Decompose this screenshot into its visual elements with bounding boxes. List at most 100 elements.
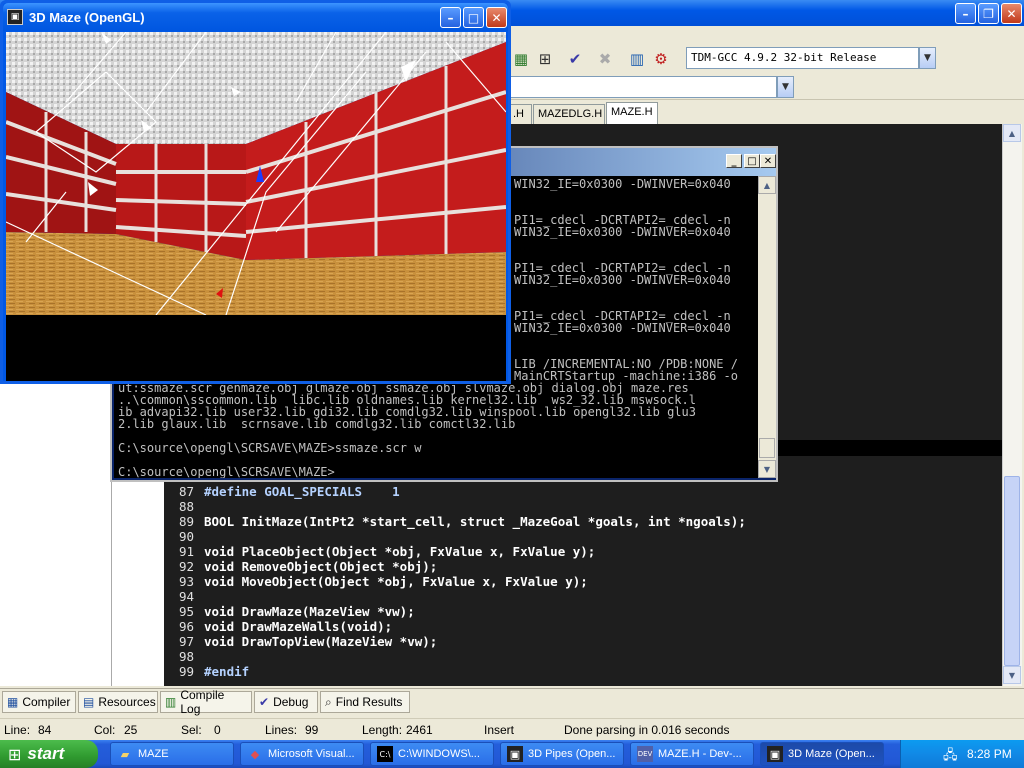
clock: 8:28 PM	[967, 747, 1012, 761]
project-panel	[112, 482, 166, 686]
console-line: 2.lib glaux.lib scrnsave.lib comdlg32.li…	[118, 417, 516, 431]
resources-icon: ▤	[83, 695, 95, 709]
code-line: 94	[178, 589, 194, 604]
tab-debug[interactable]: ✔ Debug	[254, 691, 318, 713]
chevron-down-icon[interactable]: ▼	[919, 47, 936, 69]
status-lines-label: Lines:	[265, 723, 298, 737]
chart-icon[interactable]: ▥	[626, 48, 648, 70]
status-col-value: 25	[124, 723, 138, 737]
close-button[interactable]: ✕	[760, 154, 776, 168]
visual-studio-icon: ◆	[250, 747, 260, 761]
chevron-down-icon[interactable]: ▼	[777, 76, 794, 98]
profile-icon[interactable]: ⚙	[650, 48, 672, 70]
tab-resources[interactable]: ▤ Resources	[78, 691, 158, 713]
network-icon[interactable]: 🖧	[943, 746, 958, 768]
tab-find-results[interactable]: ⌕ Find Results	[320, 691, 410, 713]
tile-icon[interactable]: ⊞	[534, 48, 556, 70]
maze-window[interactable]: ▣ 3D Maze (OpenGL) – □ ✕	[0, 0, 511, 384]
bottom-panel-tabs: ▦ Compiler ▤ Resources ▥ Compile Log ✔ Debug…	[0, 688, 1024, 716]
folder-icon: ▰	[120, 747, 130, 761]
code-line: 89 BOOL InitMaze(IntPt2 *start_cell, stru…	[178, 514, 746, 529]
grid-icon: ▦	[7, 695, 19, 709]
scroll-thumb[interactable]	[1004, 476, 1020, 666]
status-lines-value: 99	[305, 723, 319, 737]
pipes-icon: ▣	[507, 746, 523, 762]
minimize-button[interactable]: _	[726, 154, 742, 168]
code-line: 92 void RemoveObject(Object *obj);	[178, 559, 438, 574]
console-line: C:\source\opengl\SCRSAVE\MAZE>	[118, 465, 335, 478]
status-col-label: Col:	[94, 723, 116, 737]
taskbar: ⊞ start ▰ MAZE ◆ Microsoft Visual... C:\ C:…	[0, 740, 1024, 768]
compiler-select[interactable]: TDM-GCC 4.9.2 32-bit Release ▼	[686, 47, 936, 69]
compiler-select-value: TDM-GCC 4.9.2 32-bit Release	[686, 47, 919, 69]
maximize-button[interactable]: □	[463, 7, 484, 28]
task-visual-studio[interactable]: ◆ Microsoft Visual...	[240, 742, 364, 766]
status-sel-value: 0	[214, 723, 221, 737]
abort-compile-icon[interactable]: ✖	[594, 48, 616, 70]
console-scrollbar[interactable]: ▲ ▼	[758, 176, 776, 478]
tab-mazedlg-h[interactable]: MAZEDLG.H	[533, 104, 605, 124]
maze-empty-area	[6, 315, 506, 381]
task-maze-folder[interactable]: ▰ MAZE	[110, 742, 234, 766]
check-syntax-icon[interactable]: ✔	[564, 48, 586, 70]
cmd-icon: C:\	[377, 746, 393, 762]
console-line: C:\source\opengl\SCRSAVE\MAZE>ssmaze.scr…	[118, 441, 422, 455]
log-icon: ▥	[165, 695, 177, 709]
status-mode: Insert	[484, 723, 515, 737]
status-length-value: 2461	[406, 723, 433, 737]
tab-maze-h[interactable]: MAZE.H	[606, 102, 658, 124]
scroll-up-icon[interactable]: ▲	[1003, 124, 1021, 142]
code-line: 98	[178, 649, 194, 664]
code-line: 87 #define GOAL_SPECIALS 1	[178, 484, 400, 499]
maze-icon: ▣	[767, 746, 783, 762]
task-devcpp[interactable]: DEV MAZE.H - Dev-...	[630, 742, 754, 766]
editor-selection-bar	[778, 440, 1002, 456]
start-label: start	[27, 744, 65, 763]
maximize-button[interactable]: □	[744, 154, 760, 168]
maze-3d-view[interactable]	[6, 32, 506, 315]
app-icon: ▣	[7, 9, 23, 25]
close-button[interactable]: ✕	[1001, 3, 1022, 24]
system-tray: 🖧 8:28 PM	[900, 740, 1024, 768]
status-bar: Line: 84 Col: 25 Sel: 0 Lines: 99 Length…	[0, 718, 1024, 740]
code-line: 93 void MoveObject(Object *obj, FxValue x…	[178, 574, 588, 589]
status-sel-label: Sel:	[181, 723, 202, 737]
task-cmd[interactable]: C:\ C:\WINDOWS\...	[370, 742, 494, 766]
maze-scene	[6, 32, 506, 315]
windows-logo-icon: ⊞	[8, 744, 22, 764]
code-line: 90	[178, 529, 194, 544]
tab-compiler[interactable]: ▦ Compiler	[2, 691, 76, 713]
task-3d-pipes[interactable]: ▣ 3D Pipes (Open...	[500, 742, 624, 766]
minimize-button[interactable]: –	[440, 7, 461, 28]
find-icon: ⌕	[325, 694, 332, 709]
window-grid-icon[interactable]: ▦	[510, 48, 532, 70]
tab-file-h[interactable]: .H	[508, 104, 532, 124]
status-line-value: 84	[38, 723, 52, 737]
maze-titlebar[interactable]: ▣ 3D Maze (OpenGL) – □ ✕	[3, 3, 508, 31]
scroll-up-icon[interactable]: ▲	[758, 176, 776, 194]
code-line: 88	[178, 499, 194, 514]
start-button[interactable]: ⊞ start	[0, 740, 98, 768]
editor-scrollbar[interactable]: ▲ ▼	[1002, 124, 1022, 686]
status-length-label: Length:	[362, 723, 403, 737]
tab-compile-log[interactable]: ▥ Compile Log	[160, 688, 252, 716]
function-select-value	[510, 76, 777, 98]
maze-window-title: 3D Maze (OpenGL)	[29, 10, 145, 25]
scroll-down-icon[interactable]: ▼	[1003, 666, 1021, 684]
close-button[interactable]: ✕	[486, 7, 507, 28]
status-message: Done parsing in 0.016 seconds	[564, 723, 730, 737]
task-3d-maze[interactable]: ▣ 3D Maze (Open...	[760, 742, 884, 766]
status-line-label: Line:	[4, 723, 31, 737]
restore-button[interactable]: ❐	[978, 3, 999, 24]
code-line: 99 #endif	[178, 664, 250, 679]
code-lines[interactable]: 87 #define GOAL_SPECIALS 1 88 89 BOOL Init…	[166, 484, 1002, 684]
code-line: 95 void DrawMaze(MazeView *vw);	[178, 604, 415, 619]
function-select[interactable]: ▼	[510, 76, 794, 98]
scroll-down-icon[interactable]: ▼	[758, 460, 776, 478]
check-icon: ✔	[259, 695, 270, 709]
minimize-button[interactable]: –	[955, 3, 976, 24]
project-panel[interactable]	[0, 382, 112, 686]
code-line: 96 void DrawMazeWalls(void);	[178, 619, 393, 634]
code-line: 91 void PlaceObject(Object *obj, FxValue …	[178, 544, 596, 559]
scroll-thumb[interactable]	[759, 438, 775, 458]
